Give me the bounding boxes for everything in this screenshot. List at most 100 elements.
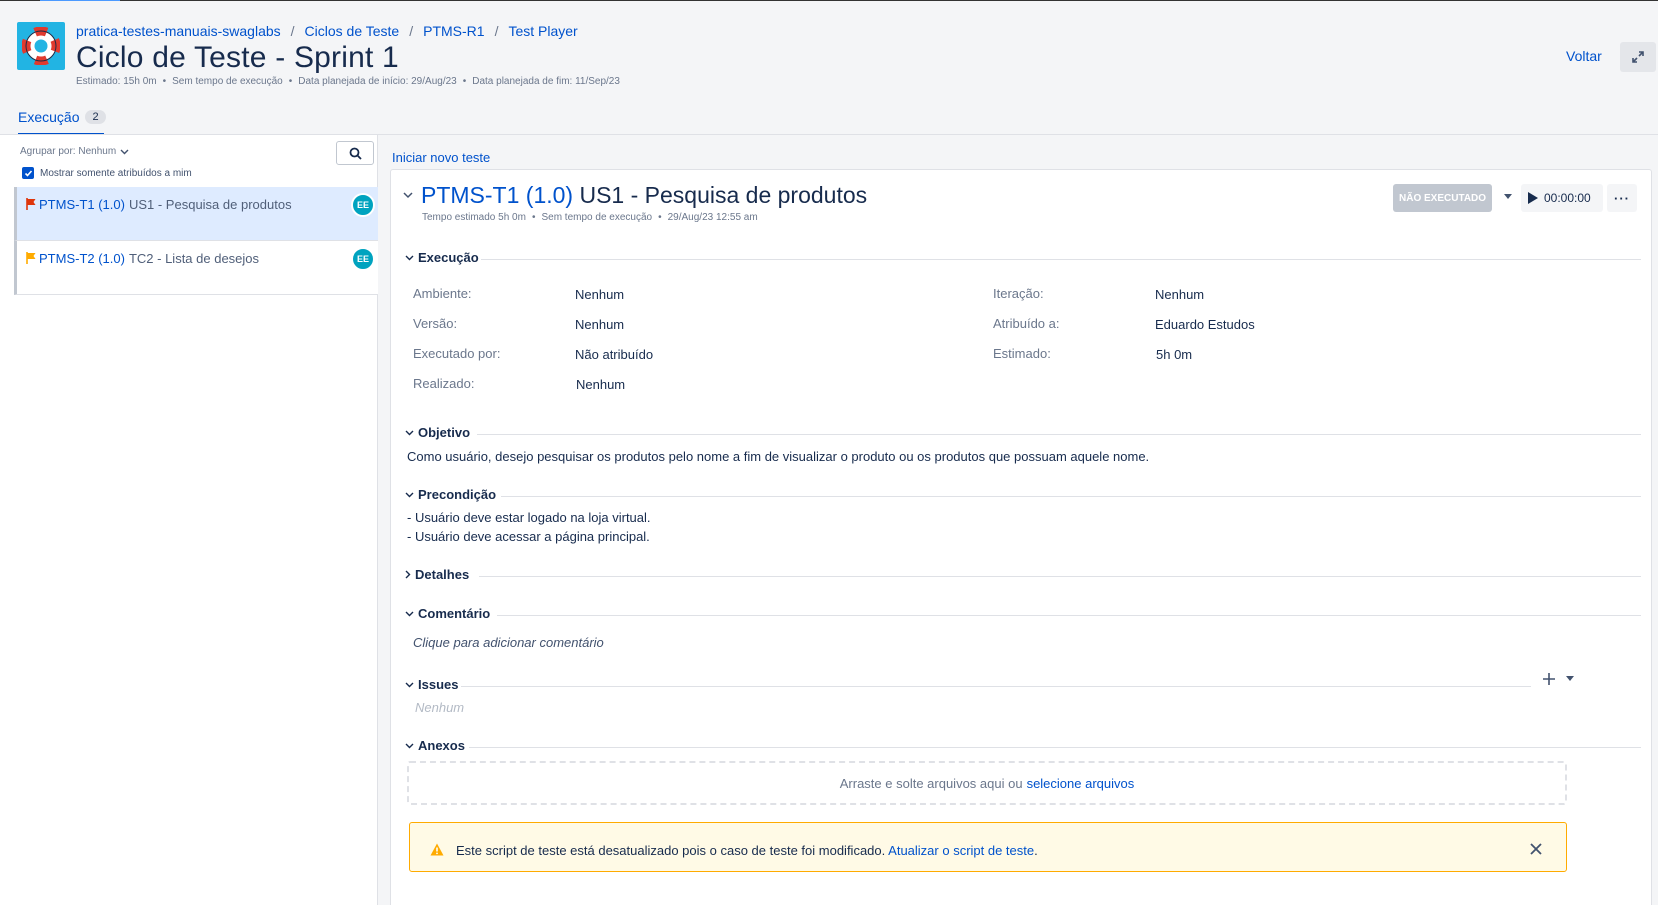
list-item[interactable]: PTMS-T1 (1.0) US1 - Pesquisa de produtos … (14, 187, 378, 241)
close-warning-button[interactable] (1530, 839, 1542, 860)
play-icon (1528, 192, 1538, 204)
breadcrumb-separator: / (290, 23, 295, 39)
section-divider (497, 615, 1641, 616)
checkbox-checked-icon (22, 167, 34, 179)
chevron-down-icon (120, 149, 129, 154)
cycle-planned-end: Data planejada de fim: 11/Sep/23 (472, 76, 620, 87)
environment-value[interactable]: Nenhum (575, 287, 624, 302)
group-by-select[interactable]: Agrupar por: Nenhum (20, 146, 129, 157)
version-value[interactable]: Nenhum (575, 317, 624, 332)
breadcrumb-project[interactable]: pratica-testes-manuais-swaglabs (76, 23, 281, 39)
test-case-name: US1 - Pesquisa de produtos (579, 182, 868, 208)
done-value[interactable]: Nenhum (576, 377, 625, 392)
breadcrumb-separator: / (494, 23, 499, 39)
breadcrumb-test-player[interactable]: Test Player (508, 23, 577, 39)
assigned-value[interactable]: Eduardo Estudos (1155, 317, 1255, 332)
section-precondition-heading: Precondição (418, 487, 497, 502)
section-execution-heading: Execução (418, 250, 479, 265)
section-divider (477, 434, 1641, 435)
chevron-down-icon[interactable] (403, 192, 413, 199)
test-item-key: PTMS-T2 (1.0) TC2 - Lista de desejos (39, 251, 260, 266)
done-label: Realizado: (413, 376, 475, 391)
test-list: PTMS-T1 (1.0) US1 - Pesquisa de produtos … (14, 187, 378, 295)
update-script-link[interactable]: Atualizar o script de teste (888, 843, 1034, 858)
section-divider (481, 259, 1641, 260)
section-divider (461, 686, 1531, 687)
cycle-planned-start: Data planejada de início: 29/Aug/23 (298, 76, 457, 87)
test-execution-card: PTMS-T1 (1.0) US1 - Pesquisa de produtos… (390, 169, 1652, 905)
test-case-key[interactable]: PTMS-T1 (1.0) (421, 182, 573, 208)
comment-input[interactable]: Clique para adicionar comentário (413, 635, 604, 650)
cycle-exec-time: Sem tempo de execução (172, 76, 283, 87)
section-details-heading: Detalhes (415, 567, 470, 582)
start-new-test-link[interactable]: Iniciar novo teste (392, 150, 490, 165)
section-divider (469, 747, 1641, 748)
section-divider (479, 576, 1641, 577)
breadcrumb-cycle-key[interactable]: PTMS-R1 (423, 23, 484, 39)
estimated-label: Estimado: (993, 346, 1051, 361)
precondition-line-2: - Usuário deve acessar a página principa… (407, 529, 650, 544)
executed-by-value[interactable]: Não atribuído (575, 347, 653, 362)
timer-value: 00:00:00 (1544, 191, 1591, 205)
test-player-panel: Iniciar novo teste PTMS-T1 (1.0) US1 - P… (378, 135, 1658, 905)
test-item-key: PTMS-T1 (1.0) US1 - Pesquisa de produtos (39, 197, 292, 212)
more-actions-button[interactable]: ··· (1607, 184, 1637, 212)
add-icon[interactable] (1543, 673, 1555, 685)
assigned-label: Atribuído a: (993, 316, 1060, 331)
tab-execution[interactable]: Execução 2 (18, 109, 106, 125)
warning-tail: . (1034, 843, 1038, 858)
priority-flag-icon (26, 198, 36, 210)
test-case-title: PTMS-T1 (1.0) US1 - Pesquisa de produtos (421, 182, 867, 209)
back-link[interactable]: Voltar (1566, 48, 1602, 64)
section-precondition-toggle[interactable]: Precondição (405, 487, 496, 502)
chevron-down-icon (405, 611, 414, 616)
page-title: Ciclo de Teste - Sprint 1 (76, 41, 399, 74)
section-objective-toggle[interactable]: Objetivo (405, 425, 470, 440)
close-icon (1530, 843, 1542, 855)
tab-execution-count: 2 (85, 110, 106, 124)
iteration-value[interactable]: Nenhum (1155, 287, 1204, 302)
only-assigned-checkbox[interactable]: Mostrar somente atribuídos a mim (22, 167, 192, 179)
precondition-line-1: - Usuário deve estar logado na loja virt… (407, 510, 651, 525)
warning-icon (430, 843, 444, 856)
section-attachments-toggle[interactable]: Anexos (405, 738, 465, 753)
section-details-toggle[interactable]: Detalhes (405, 567, 469, 582)
outdated-script-warning: Este script de teste está desatualizado … (409, 822, 1567, 872)
search-button[interactable] (336, 141, 374, 165)
tab-execution-label: Execução (18, 109, 80, 125)
estimated-value[interactable]: 5h 0m (1156, 347, 1192, 362)
caret-down-icon[interactable] (1565, 676, 1575, 682)
test-estimated: Tempo estimado 5h 0m (422, 212, 526, 223)
breadcrumb-test-cycles[interactable]: Ciclos de Teste (305, 23, 400, 39)
expand-icon (1632, 51, 1644, 63)
project-logo-lifebuoy-icon (17, 22, 65, 70)
timer-button[interactable]: 00:00:00 (1521, 184, 1603, 212)
test-date: 29/Aug/23 12:55 am (667, 212, 758, 223)
status-button[interactable]: NÃO EXECUTADO (1393, 184, 1493, 212)
breadcrumb: pratica-testes-manuais-swaglabs / Ciclos… (76, 23, 578, 39)
section-issues-toggle[interactable]: Issues (405, 677, 458, 692)
attachments-dropzone[interactable]: Arraste e solte arquivos aqui ou selecio… (407, 761, 1567, 805)
avatar: EE (351, 193, 375, 217)
chevron-down-icon (405, 255, 414, 260)
section-comment-toggle[interactable]: Comentário (405, 606, 490, 621)
section-divider (501, 496, 1641, 497)
avatar: EE (351, 247, 375, 271)
objective-text: Como usuário, desejo pesquisar os produt… (407, 449, 1150, 464)
cycle-meta: Estimado: 15h 0m • Sem tempo de execução… (76, 76, 620, 87)
dropzone-text: Arraste e solte arquivos aqui ou (839, 775, 1023, 791)
warning-text: Este script de teste está desatualizado … (456, 843, 886, 858)
chevron-down-icon (405, 682, 414, 687)
environment-label: Ambiente: (413, 286, 472, 301)
test-case-meta: Tempo estimado 5h 0m • Sem tempo de execu… (422, 212, 758, 223)
fullscreen-button[interactable] (1620, 42, 1656, 72)
select-files-link[interactable]: selecione arquivos (1027, 776, 1135, 791)
list-item[interactable]: PTMS-T2 (1.0) TC2 - Lista de desejos EE (14, 241, 378, 295)
search-icon (349, 147, 362, 160)
test-exec-time: Sem tempo de execução (541, 212, 653, 223)
caret-down-icon[interactable] (1503, 194, 1513, 200)
section-execution-toggle[interactable]: Execução (405, 250, 479, 265)
only-assigned-label: Mostrar somente atribuídos a mim (40, 167, 192, 179)
version-label: Versão: (413, 316, 458, 331)
section-attachments-heading: Anexos (418, 738, 465, 753)
